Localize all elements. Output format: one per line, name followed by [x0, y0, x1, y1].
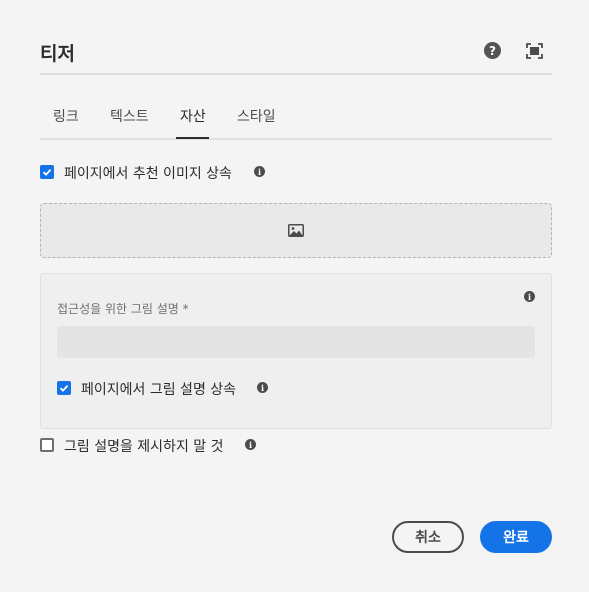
- inherit-alt-checkbox[interactable]: [57, 381, 71, 395]
- checkmark-icon: [42, 168, 52, 176]
- teaser-dialog: 티저 ? 링크 텍스트 자산 스타일 페이지에서 추천 이미지 상속 i i 접…: [0, 0, 589, 592]
- info-icon[interactable]: i: [245, 439, 256, 450]
- active-tab-indicator: [176, 137, 209, 139]
- alt-text-input[interactable]: [57, 326, 535, 358]
- cancel-button[interactable]: 취소: [392, 521, 464, 553]
- tab-link[interactable]: 링크: [53, 106, 79, 126]
- dialog-title: 티저: [40, 43, 75, 65]
- header-divider: [40, 73, 552, 75]
- fullscreen-icon[interactable]: [526, 43, 543, 59]
- image-drop-zone[interactable]: [40, 203, 552, 258]
- done-button[interactable]: 완료: [480, 521, 552, 553]
- inherit-alt-label: 페이지에서 그림 설명 상속: [81, 382, 237, 398]
- no-alt-checkbox[interactable]: [40, 438, 54, 452]
- tab-text[interactable]: 텍스트: [110, 106, 149, 126]
- info-icon[interactable]: i: [524, 291, 535, 302]
- fullscreen-svg: [526, 43, 543, 59]
- no-alt-label: 그림 설명을 제시하지 말 것: [64, 439, 224, 455]
- tab-style[interactable]: 스타일: [237, 106, 276, 126]
- checkmark-icon: [59, 384, 69, 392]
- inherit-image-label: 페이지에서 추천 이미지 상속: [64, 166, 232, 182]
- alt-text-panel: i 접근성을 위한 그림 설명 * 페이지에서 그림 설명 상속 i: [40, 273, 552, 429]
- info-icon[interactable]: i: [254, 166, 265, 177]
- tabs-divider: [40, 138, 552, 140]
- tab-bar: 링크 텍스트 자산 스타일: [40, 96, 552, 140]
- help-icon[interactable]: ?: [484, 42, 501, 59]
- info-icon[interactable]: i: [257, 382, 268, 393]
- image-icon: [288, 224, 304, 237]
- inherit-image-checkbox[interactable]: [40, 165, 54, 179]
- tab-asset[interactable]: 자산: [180, 106, 206, 126]
- alt-text-label: 접근성을 위한 그림 설명 *: [57, 302, 189, 316]
- help-glyph: ?: [489, 43, 496, 58]
